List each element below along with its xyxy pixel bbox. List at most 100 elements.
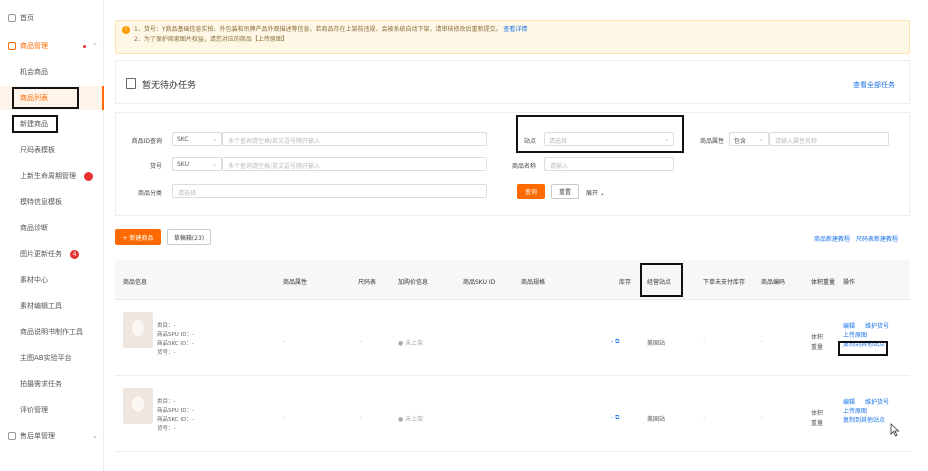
code-cell: - [761,414,764,421]
sidebar-item-product-management[interactable]: 商品管理 ⌃ [0,34,104,58]
sidebar: 首页 商品管理 ⌃ 机会商品 商品列表 新建商品 尺码表模板 上新生命周期管理 … [0,0,104,471]
price-status-cell: ● 未上架 [398,340,424,347]
product-tutorial-link[interactable]: 商品新建教程 [814,234,850,243]
sku-input[interactable]: 多个查询请空格/英文逗号隔开输入 [222,157,487,171]
box-icon [8,42,16,50]
edit-link[interactable]: 编辑 [843,398,855,407]
sku-label: 货号 [149,163,162,170]
site-cell: 美国站 [647,416,666,423]
notice-detail-link[interactable]: 查看详情 [503,26,527,33]
id-query-input[interactable]: 多个查询请空格/英文逗号隔开输入 [222,132,487,146]
maintain-sku-link[interactable]: 维护货号 [865,322,889,331]
expand-toggle[interactable]: 展开 ⌄ [586,188,605,197]
size-cell: - [360,338,363,345]
sidebar-item-label: 素材中心 [20,276,48,284]
column-header: 加购价信息 [398,279,429,286]
upload-image-link[interactable]: 上传原图 [843,407,867,416]
column-header: 下单未支付库存 [703,279,746,286]
size-chart-tutorial-link[interactable]: 尺码表新建教程 [856,234,898,243]
sidebar-item-model-template[interactable]: 模特信息模板 [0,190,104,214]
chevron-down-icon: ⌄ [92,432,98,440]
chevron-down-icon: ⌄ [211,161,217,168]
sidebar-item-ab-test[interactable]: 主图AB实验平台 [0,346,104,370]
copy-to-site-link[interactable]: 复制到其他站点 [843,416,885,425]
attr-cell: - [283,414,286,421]
sidebar-item-label: 尺码表模板 [20,146,55,154]
weight-label: 体积 [811,334,824,341]
weight-label: 体积 [811,410,824,417]
sidebar-item-material-center[interactable]: 素材中心 [0,268,104,292]
unpaid-stock-cell: - [703,338,706,345]
product-thumbnail[interactable] [123,388,153,424]
weight-label: 重量 [811,344,824,351]
task-card: 暂无待办任务 查看全部任务 [115,60,910,104]
attr-type-select[interactable]: 包含 ⌄ [729,132,769,146]
view-all-tasks-link[interactable]: 查看全部任务 [853,80,895,90]
clipboard-icon [126,78,136,89]
site-cell: 美国站 [647,340,666,347]
chevron-up-icon: ⌃ [92,42,98,50]
attr-input[interactable]: 请输入属性名称 [769,132,889,146]
sidebar-item-label: 评价管理 [20,406,48,414]
sidebar-item-review[interactable]: 评价管理 [0,398,104,422]
sidebar-item-size-chart[interactable]: 尺码表模板 [0,138,104,162]
product-thumbnail[interactable] [123,312,153,348]
column-header: 商品编码 [761,279,786,286]
sidebar-item-label: 素材编辑工具 [20,302,62,310]
sidebar-item-label: 拍摄需求任务 [20,380,62,388]
draft-box-button[interactable]: 草稿箱(23) [167,229,211,245]
edit-link[interactable]: 编辑 [843,322,855,331]
table-header: 商品信息 商品属性 尺码表 加购价信息 商品SKU ID 商品规格 库存 经营站… [115,260,910,300]
sidebar-item-shooting-tasks[interactable]: 拍摄需求任务 [0,372,104,396]
column-header: 尺码表 [358,279,377,286]
sidebar-item-label: 商品诊断 [20,224,48,232]
new-product-button[interactable]: + 新建商品 [115,229,161,245]
upload-image-link[interactable]: 上传原图 [843,331,867,340]
search-button[interactable]: 查询 [517,184,545,199]
sidebar-item-after-sales[interactable]: 售后单管理 ⌄ [0,424,104,448]
notification-dot [83,44,86,48]
sidebar-item-opportunity[interactable]: 机会商品 [0,60,104,84]
sidebar-item-label: 商品说明书制作工具 [20,328,83,336]
highlight-box [12,115,58,133]
name-label: 商品名称 [511,163,536,170]
home-icon [8,14,16,22]
sku-type-select[interactable]: SKU ⌄ [172,157,222,171]
sidebar-item-label: 机会商品 [20,68,48,76]
sidebar-item-lifecycle[interactable]: 上新生命周期管理 [0,164,104,188]
category-input[interactable]: 请选择 [172,184,487,198]
highlight-box [838,341,888,356]
unpaid-stock-cell: - [703,414,706,421]
highlight-box [12,87,79,109]
sidebar-item-manual-tool[interactable]: 商品说明书制作工具 [0,320,104,344]
sidebar-item-label: 首页 [20,14,34,22]
attr-label: 商品属性 [699,138,724,145]
mouse-cursor-icon [890,423,900,437]
sidebar-item-label: 售后单管理 [20,432,55,440]
product-info: 类目：- 商品SPU ID：- 商品SKC ID：- 货号：- [157,323,194,356]
actions-row: + 新建商品 草稿箱(23) 商品新建教程 尺码表新建教程 [115,222,910,252]
sidebar-item-image-tasks[interactable]: 图片更新任务 4 [0,242,104,266]
sidebar-item-label: 图片更新任务 [20,250,62,258]
highlight-box [516,115,684,153]
notification-badge [84,171,93,181]
id-query-label: 商品ID查询 [131,138,162,145]
id-query-type-select[interactable]: SKC ⌄ [172,132,222,146]
table-row: 类目：- 商品SPU ID：- 商品SKC ID：- 货号：- - - ● 未上… [115,376,910,452]
name-input[interactable]: 请输入 [544,157,674,171]
attr-cell: - [283,338,286,345]
warning-icon: ! [122,26,130,34]
stock-cell[interactable]: - ⧉ [611,414,619,422]
sidebar-item-home[interactable]: 首页 [0,6,104,30]
price-status-cell: ● 未上架 [398,416,424,423]
sidebar-item-diagnosis[interactable]: 商品诊断 [0,216,104,240]
sidebar-item-material-editor[interactable]: 素材编辑工具 [0,294,104,318]
stock-cell[interactable]: - ⧉ [611,338,619,346]
column-header: 库存 [619,279,632,286]
column-header: 商品规格 [521,279,546,286]
maintain-sku-link[interactable]: 维护货号 [865,398,889,407]
column-header: 商品信息 [123,279,148,286]
product-table: 商品信息 商品属性 尺码表 加购价信息 商品SKU ID 商品规格 库存 经营站… [115,260,910,471]
filter-panel: 商品ID查询 SKC ⌄ 多个查询请空格/英文逗号隔开输入 站点 请选择 ⌄ 商品属… [115,112,910,216]
reset-button[interactable]: 重置 [551,184,579,199]
